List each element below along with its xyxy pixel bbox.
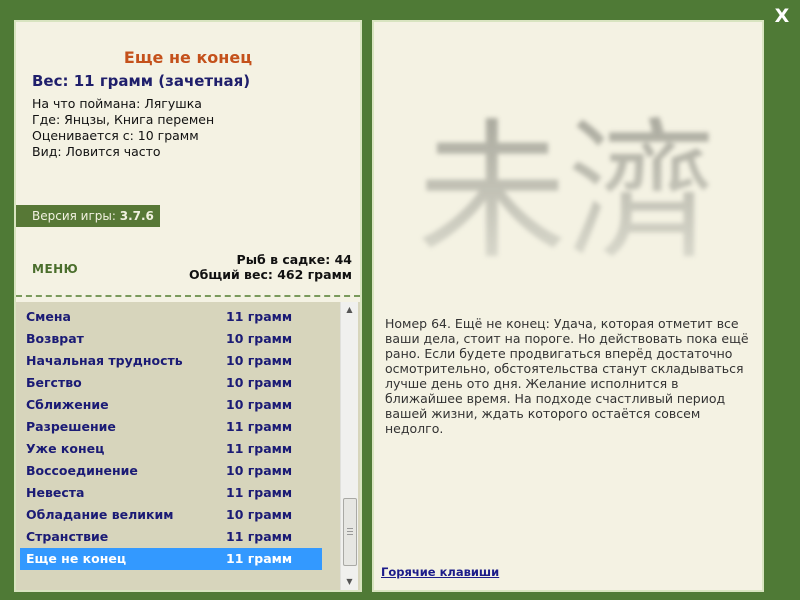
fish-list-item-weight: 11 грамм bbox=[226, 551, 293, 566]
fish-list-item-name: Еще не конец bbox=[26, 551, 127, 566]
fish-list-item-name: Возврат bbox=[26, 331, 84, 346]
fish-list-item-weight: 10 грамм bbox=[226, 397, 293, 412]
scroll-thumb[interactable] bbox=[343, 498, 357, 566]
fish-list-item[interactable]: Обладание великим 10 грамм bbox=[20, 504, 322, 526]
fish-list-item-weight: 10 грамм bbox=[226, 353, 293, 368]
fish-list-item[interactable]: Разрешение 11 грамм bbox=[20, 416, 322, 438]
hexagram-chars: 未濟 bbox=[417, 106, 717, 280]
fish-list-item-name: Начальная трудность bbox=[26, 353, 183, 368]
fish-list-item[interactable]: Смена 11 грамм bbox=[20, 306, 322, 328]
fish-list-item[interactable]: Странствие 11 грамм bbox=[20, 526, 322, 548]
fish-list-item-name: Обладание великим bbox=[26, 507, 174, 522]
version-number: 3.7.6 bbox=[119, 209, 154, 223]
fish-list-item-weight: 10 грамм bbox=[226, 507, 293, 522]
fish-list-item-weight: 11 грамм bbox=[226, 485, 293, 500]
kind-line: Вид: Ловится часто bbox=[32, 144, 161, 159]
scroll-up-arrow-icon[interactable]: ▲ bbox=[341, 302, 358, 318]
fish-list-item-weight: 11 грамм bbox=[226, 441, 293, 456]
total-weight: Общий вес: 462 грамм bbox=[189, 267, 352, 282]
fish-list-item-name: Воссоединение bbox=[26, 463, 138, 478]
grip-line bbox=[347, 528, 353, 529]
grip-line bbox=[347, 534, 353, 535]
caught-with-line: На что поймана: Лягушка bbox=[32, 96, 202, 111]
fish-list-item[interactable]: Начальная трудность 10 грамм bbox=[20, 350, 322, 372]
fish-list-item-name: Смена bbox=[26, 309, 71, 324]
fish-list-item[interactable]: Бегство 10 грамм bbox=[20, 372, 322, 394]
close-button[interactable]: X bbox=[770, 4, 794, 28]
fish-title: Еще не конец bbox=[123, 48, 253, 67]
fish-list-item[interactable]: Возврат 10 грамм bbox=[20, 328, 322, 350]
catch-stats: Рыб в садке: 44 Общий вес: 462 грамм bbox=[189, 252, 352, 282]
location-line: Где: Янцзы, Книга перемен bbox=[32, 112, 215, 127]
grip-line bbox=[347, 531, 353, 532]
dashed-divider bbox=[16, 295, 360, 297]
fish-list-item-name: Разрешение bbox=[26, 419, 116, 434]
fish-list-item-weight: 10 грамм bbox=[226, 463, 293, 478]
fish-count: Рыб в садке: 44 bbox=[236, 252, 352, 267]
fish-list-item[interactable]: Сближение 10 грамм bbox=[20, 394, 322, 416]
fish-list-item[interactable]: Еще не конец 11 грамм bbox=[20, 548, 322, 570]
hotkeys-link[interactable]: Горячие клавиши bbox=[381, 565, 499, 579]
fish-list-item-weight: 10 грамм bbox=[226, 375, 293, 390]
scrollbar[interactable]: ▲ ▼ bbox=[340, 302, 358, 590]
hexagram-calligraphy-image: 未濟 bbox=[417, 106, 717, 280]
fish-list-item[interactable]: Воссоединение 10 грамм bbox=[20, 460, 322, 482]
description-panel: 未濟 Номер 64. Ещё не конец: Удача, котора… bbox=[372, 20, 764, 592]
fish-weight: Вес: 11 грамм (зачетная) bbox=[32, 72, 251, 90]
fish-info-panel: Еще не конец Вес: 11 грамм (зачетная) На… bbox=[14, 20, 362, 592]
scroll-down-arrow-icon[interactable]: ▼ bbox=[341, 574, 358, 590]
fish-list-item[interactable]: Невеста 11 грамм bbox=[20, 482, 322, 504]
fish-list-item-weight: 10 грамм bbox=[226, 331, 293, 346]
fish-list-item-name: Бегство bbox=[26, 375, 82, 390]
hexagram-description: Номер 64. Ещё не конец: Удача, которая о… bbox=[385, 316, 749, 436]
fish-list-item-name: Невеста bbox=[26, 485, 85, 500]
fish-list-item-weight: 11 грамм bbox=[226, 529, 293, 544]
menu-button[interactable]: МЕНЮ bbox=[32, 262, 78, 276]
fish-list-item-name: Странствие bbox=[26, 529, 109, 544]
version-label: Версия игры: bbox=[32, 209, 116, 223]
version-bar: Версия игры: 3.7.6 bbox=[16, 205, 160, 227]
fish-list-item-name: Уже конец bbox=[26, 441, 105, 456]
fish-list-item-weight: 11 грамм bbox=[226, 419, 293, 434]
rated-from-line: Оценивается с: 10 грамм bbox=[32, 128, 199, 143]
fish-list-item-name: Сближение bbox=[26, 397, 109, 412]
fish-list[interactable]: Смена 11 грамм Возврат 10 грамм Начальная тр… bbox=[16, 302, 360, 590]
fish-list-item[interactable]: Уже конец 11 грамм bbox=[20, 438, 322, 460]
fish-list-item-weight: 11 грамм bbox=[226, 309, 293, 324]
